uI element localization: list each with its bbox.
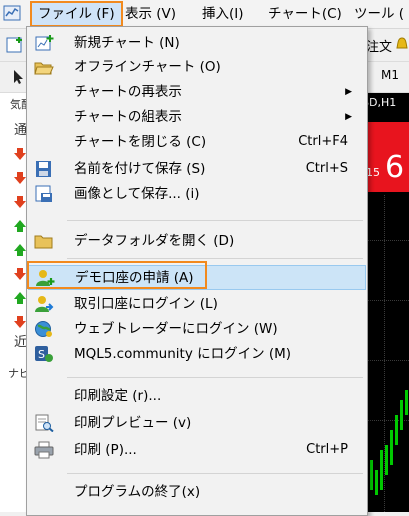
- menu-item-label: 名前を付けて保存 (S): [74, 161, 206, 177]
- menu-item-print[interactable]: 印刷 (P)... Ctrl+P: [28, 438, 364, 462]
- submenu-arrow-icon: ▶: [345, 87, 352, 97]
- menu-item-login-web-trader[interactable]: ウェブトレーダーにログイン (W): [28, 317, 364, 341]
- folder-icon: [34, 235, 53, 249]
- menu-item-label: プログラムの終了(x): [74, 484, 201, 500]
- menu-item-label: データフォルダを開く (D): [74, 233, 235, 249]
- menu-item-label: 印刷 (P)...: [74, 442, 137, 458]
- menu-item-shortcut: Ctrl+F4: [298, 134, 348, 149]
- login-icon: [35, 296, 54, 312]
- menu-item-shortcut: Ctrl+S: [305, 161, 348, 176]
- arrow-down-icon: [14, 172, 26, 184]
- menu-item-label: チャートの組表示: [74, 109, 182, 125]
- candle: [385, 445, 388, 475]
- candle: [400, 400, 403, 430]
- svg-text:S: S: [38, 348, 45, 361]
- price-big-digit: 6: [385, 150, 405, 185]
- menu-separator: [67, 220, 363, 221]
- printer-icon: [34, 441, 54, 459]
- arrow-down-icon: [14, 196, 26, 208]
- menu-item-label: ウェブトレーダーにログイン (W): [74, 321, 278, 337]
- menu-item-login-trade-account[interactable]: 取引口座にログイン (L): [28, 292, 364, 316]
- price-small-digits: 15: [366, 166, 380, 179]
- menu-item-print-setup[interactable]: 印刷設定 (r)...: [28, 384, 364, 408]
- menu-item-close-chart[interactable]: チャートを閉じる (C) Ctrl+F4: [28, 130, 364, 154]
- menu-item-login-mql5[interactable]: S MQL5.community にログイン (M): [28, 342, 364, 366]
- candle: [370, 460, 373, 490]
- menu-bar: ファイル (F) 表示 (V) 挿入(I) チャート(C) ツール (: [0, 0, 409, 29]
- candle: [375, 470, 378, 495]
- menu-separator: [67, 258, 363, 259]
- menu-item-chart-reopen[interactable]: チャートの再表示 ▶: [28, 80, 364, 104]
- menu-item-label: 印刷プレビュー (v): [74, 415, 192, 431]
- menu-item-chart-profiles[interactable]: チャートの組表示 ▶: [28, 105, 364, 129]
- arrow-up-icon: [14, 292, 26, 304]
- arrow-down-icon: [14, 268, 26, 280]
- arrow-up-icon: [14, 220, 26, 232]
- menu-item-save-as[interactable]: 名前を付けて保存 (S) Ctrl+S: [28, 157, 364, 181]
- app-icon: [3, 5, 21, 21]
- menu-separator: [67, 473, 363, 474]
- timeframe-m1[interactable]: M1: [381, 68, 399, 82]
- arrow-up-icon: [14, 244, 26, 256]
- menu-item-offline-chart[interactable]: オフラインチャート (O): [28, 55, 364, 79]
- menu-item-label: オフラインチャート (O): [74, 59, 221, 75]
- menu-item-open-data-folder[interactable]: データフォルダを開く (D): [28, 229, 364, 253]
- menu-item-label: MQL5.community にログイン (M): [74, 346, 292, 362]
- menu-insert[interactable]: 挿入(I): [196, 3, 250, 25]
- candle: [380, 450, 383, 490]
- save-image-icon: [35, 185, 52, 202]
- menu-item-save-as-picture[interactable]: 画像として保存... (i): [28, 182, 364, 206]
- candle: [395, 415, 398, 445]
- toolbar-order-label[interactable]: 注文: [366, 36, 392, 55]
- mql5-icon: S: [35, 346, 53, 362]
- menu-item-new-chart[interactable]: 新規チャート (N): [28, 31, 364, 55]
- menu-item-print-preview[interactable]: 印刷プレビュー (v): [28, 411, 364, 435]
- menu-view[interactable]: 表示 (V): [119, 3, 182, 25]
- menu-item-label: 画像として保存... (i): [74, 186, 200, 202]
- folder-open-icon: [34, 62, 54, 75]
- candle: [405, 390, 408, 415]
- arrow-down-icon: [14, 148, 26, 160]
- menu-chart[interactable]: チャート(C): [262, 3, 348, 25]
- bell-icon[interactable]: [393, 36, 409, 54]
- print-preview-icon: [35, 414, 54, 432]
- new-chart-icon: [35, 35, 54, 51]
- menu-item-label: チャートの再表示: [74, 84, 182, 100]
- menu-item-label: 取引口座にログイン (L): [74, 296, 218, 312]
- submenu-arrow-icon: ▶: [345, 112, 352, 122]
- menu-item-shortcut: Ctrl+P: [306, 442, 348, 457]
- menu-item-exit[interactable]: プログラムの終了(x): [28, 480, 364, 504]
- menu-item-label: 印刷設定 (r)...: [74, 388, 162, 404]
- new-chart-icon[interactable]: [6, 36, 24, 54]
- menu-tools[interactable]: ツール (: [348, 3, 409, 25]
- save-icon: [36, 161, 51, 177]
- arrow-down-icon: [14, 316, 26, 328]
- menu-file[interactable]: ファイル (F): [30, 1, 123, 27]
- globe-icon: [35, 321, 52, 337]
- menu-item-label: チャートを閉じる (C): [74, 134, 207, 150]
- candle: [390, 430, 393, 465]
- menu-separator: [67, 377, 363, 378]
- menu-item-label: 新規チャート (N): [74, 35, 180, 51]
- highlight-outline: [27, 261, 207, 289]
